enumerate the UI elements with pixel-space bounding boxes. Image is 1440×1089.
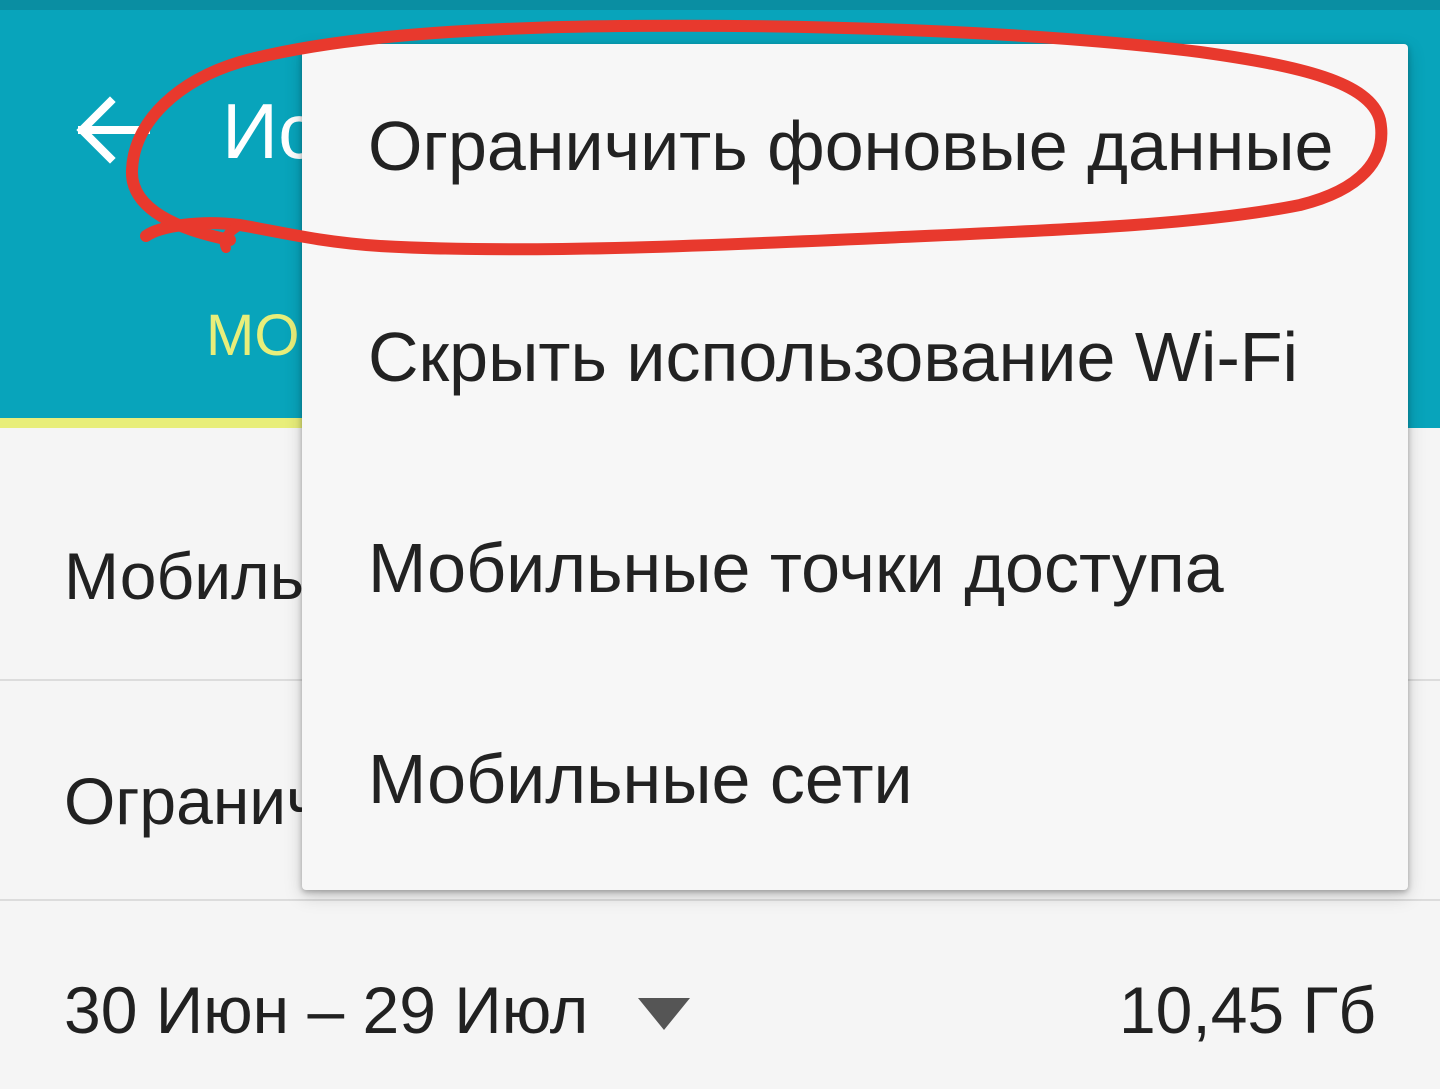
date-range-selector[interactable]: 30 Июн – 29 Июл — [64, 972, 588, 1048]
menu-item-restrict-background-data[interactable]: Ограничить фоновые данные — [302, 44, 1408, 255]
status-bar-edge — [0, 0, 1440, 10]
usage-total: 10,45 Гб — [1118, 973, 1376, 1047]
tab-mobile[interactable]: МО — [206, 302, 299, 369]
settings-row-label: Мобиль — [64, 539, 304, 613]
back-button[interactable] — [66, 82, 162, 178]
menu-item-hide-wifi-usage[interactable]: Скрыть использование Wi-Fi — [302, 255, 1408, 466]
menu-item-label: Мобильные сети — [368, 740, 913, 818]
menu-item-mobile-hotspots[interactable]: Мобильные точки доступа — [302, 466, 1408, 677]
triangle-down-icon[interactable] — [636, 996, 692, 1032]
arrow-left-icon — [76, 96, 150, 164]
menu-item-mobile-networks[interactable]: Мобильные сети — [302, 677, 1408, 888]
menu-item-label: Мобильные точки доступа — [368, 529, 1224, 607]
overflow-menu: Ограничить фоновые данные Скрыть использ… — [302, 44, 1408, 890]
menu-item-label: Скрыть использование Wi-Fi — [368, 318, 1299, 396]
menu-item-label: Ограничить фоновые данные — [368, 107, 1334, 185]
settings-row-label: Огранич — [64, 764, 321, 838]
tab-indicator — [0, 418, 320, 428]
